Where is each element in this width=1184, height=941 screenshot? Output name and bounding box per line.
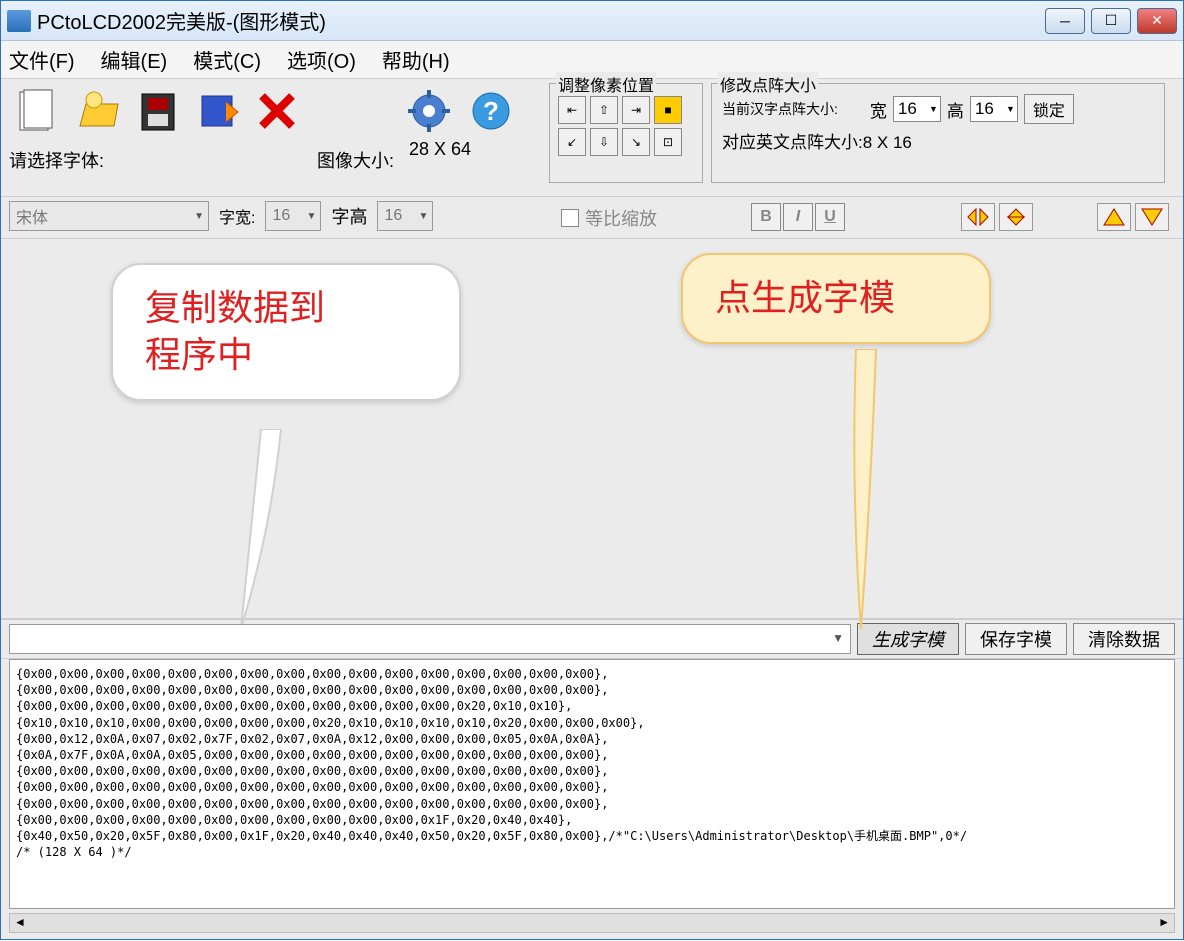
save-font-button[interactable]: 保存字模	[965, 623, 1067, 655]
italic-button[interactable]: I	[783, 203, 813, 231]
modify-matrix-legend: 修改点阵大小	[718, 72, 818, 96]
maximize-button[interactable]: ☐	[1091, 8, 1131, 34]
flip-v-icon[interactable]	[999, 203, 1033, 231]
equal-scale-label: 等比缩放	[585, 205, 657, 231]
font-select-label: 请选择字体:	[9, 147, 104, 173]
flip-h-icon[interactable]	[961, 203, 995, 231]
window-controls: ─ ☐ ✕	[1045, 8, 1177, 34]
close-button[interactable]: ✕	[1137, 8, 1177, 34]
image-size-value: 28 X 64	[409, 139, 471, 160]
adjust-pixel-group: 调整像素位置 ⇤ ⇧ ⇥ ■ ↙ ⇩ ↘ ⊡	[549, 83, 703, 183]
app-window: PCtoLCD2002完美版-(图形模式) ─ ☐ ✕ 文件(F) 编辑(E) …	[0, 0, 1184, 940]
char-height-label: 字高	[331, 203, 367, 229]
app-icon	[7, 10, 31, 32]
delete-icon[interactable]	[249, 83, 305, 139]
callout-1-tail	[231, 429, 291, 629]
callout-copy-data: 复制数据到 程序中	[111, 263, 461, 401]
canvas-area: 复制数据到 程序中 点生成字模	[1, 239, 1183, 619]
save-icon[interactable]	[129, 83, 185, 139]
settings-icon[interactable]	[401, 83, 457, 139]
svg-text:?: ?	[483, 96, 499, 126]
adjust-reset-icon[interactable]: ⊡	[654, 128, 682, 156]
char-height-select[interactable]: 16	[377, 201, 433, 231]
bold-button[interactable]: B	[751, 203, 781, 231]
callout-2-tail	[836, 349, 886, 629]
horizontal-scrollbar[interactable]	[9, 913, 1175, 933]
titlebar: PCtoLCD2002完美版-(图形模式) ─ ☐ ✕	[1, 1, 1183, 41]
adjust-down-icon[interactable]: ⇩	[590, 128, 618, 156]
clear-data-button[interactable]: 清除数据	[1073, 623, 1175, 655]
open-icon[interactable]	[69, 83, 125, 139]
toolbar: ? 请选择字体: 图像大小: 28 X 64 调整像素位置 ⇤ ⇧ ⇥ ■ ↙ …	[1, 79, 1183, 197]
menu-help[interactable]: 帮助(H)	[382, 45, 450, 74]
new-icon[interactable]	[9, 83, 65, 139]
text-input-dropdown[interactable]	[9, 624, 851, 654]
toolbar-row2: 宋体 字宽: 16 字高 16 等比缩放 B I U	[1, 197, 1183, 239]
font-select[interactable]: 宋体	[9, 201, 209, 231]
height-label: 高	[947, 97, 964, 122]
image-size-label: 图像大小:	[317, 147, 394, 173]
rotate-right-icon[interactable]	[1135, 203, 1169, 231]
output-textarea[interactable]: {0x00,0x00,0x00,0x00,0x00,0x00,0x00,0x00…	[9, 659, 1175, 909]
adjust-center-icon[interactable]: ■	[654, 96, 682, 124]
menu-mode[interactable]: 模式(C)	[193, 45, 261, 74]
current-cn-size-label: 当前汉字点阵大小:	[722, 99, 838, 119]
minimize-button[interactable]: ─	[1045, 8, 1085, 34]
adjust-pixel-legend: 调整像素位置	[556, 72, 656, 96]
char-width-label: 字宽:	[219, 204, 255, 228]
rotate-left-icon[interactable]	[1097, 203, 1131, 231]
menu-file[interactable]: 文件(F)	[9, 45, 75, 74]
underline-button[interactable]: U	[815, 203, 845, 231]
en-matrix-label: 对应英文点阵大小:8 X 16	[722, 128, 912, 153]
adjust-bl-icon[interactable]: ↙	[558, 128, 586, 156]
adjust-left-icon[interactable]: ⇤	[558, 96, 586, 124]
width-select[interactable]: 16	[893, 96, 941, 122]
height-select[interactable]: 16	[970, 96, 1018, 122]
adjust-right-icon[interactable]: ⇥	[622, 96, 650, 124]
window-title: PCtoLCD2002完美版-(图形模式)	[37, 6, 326, 35]
device-icon[interactable]	[189, 83, 245, 139]
lock-button[interactable]: 锁定	[1024, 94, 1074, 124]
help-icon[interactable]: ?	[463, 83, 519, 139]
char-width-select[interactable]: 16	[265, 201, 321, 231]
output-toolbar: 生成字模 保存字模 清除数据	[1, 619, 1183, 659]
menu-options[interactable]: 选项(O)	[287, 45, 356, 74]
menu-edit[interactable]: 编辑(E)	[101, 45, 168, 74]
adjust-br-icon[interactable]: ↘	[622, 128, 650, 156]
width-label: 宽	[870, 97, 887, 122]
callout-generate: 点生成字模	[681, 253, 991, 344]
modify-matrix-group: 修改点阵大小 当前汉字点阵大小: 宽 16 高 16 锁定 对应英文点阵大小:8…	[711, 83, 1165, 183]
equal-scale-checkbox[interactable]	[561, 209, 579, 227]
adjust-up-icon[interactable]: ⇧	[590, 96, 618, 124]
